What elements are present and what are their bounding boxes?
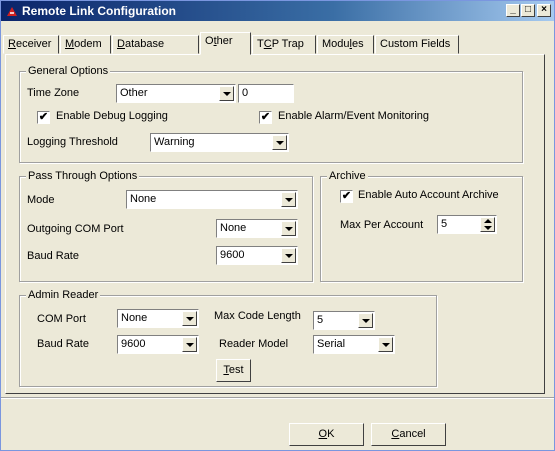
admin-reader-legend: Admin Reader — [26, 289, 101, 301]
minimize-icon[interactable]: _ — [506, 4, 520, 17]
mode-label: Mode — [27, 194, 55, 206]
debug-logging-label: Enable Debug Logging — [56, 110, 168, 122]
tab-other[interactable]: Other — [200, 32, 251, 55]
tab-receiver[interactable]: Receiver — [3, 35, 59, 54]
alarm-monitoring-label: Enable Alarm/Event Monitoring — [278, 110, 430, 122]
ok-button[interactable]: OK — [289, 423, 364, 446]
chevron-down-icon[interactable] — [281, 192, 296, 207]
cancel-button[interactable]: Cancel — [371, 423, 446, 446]
max-code-length-select[interactable]: 5 — [313, 311, 375, 330]
chevron-down-icon[interactable] — [281, 248, 296, 263]
time-zone-select[interactable]: Other — [116, 84, 236, 103]
logging-threshold-label: Logging Threshold — [27, 136, 118, 148]
outgoing-com-select[interactable]: None — [216, 219, 298, 238]
archive-legend: Archive — [327, 170, 368, 182]
outgoing-com-label: Outgoing COM Port — [27, 223, 124, 235]
auto-archive-checkbox[interactable]: ✔ — [340, 190, 353, 203]
max-per-account-spinner[interactable]: 5 — [437, 215, 497, 234]
chevron-down-icon[interactable] — [182, 337, 197, 352]
chevron-down-icon[interactable] — [272, 135, 287, 150]
tab-modem[interactable]: Modem — [60, 35, 111, 54]
chevron-down-icon[interactable] — [219, 86, 234, 101]
admin-com-label: COM Port — [37, 313, 86, 325]
admin-reader-group: Admin Reader COM Port None Max Code Leng… — [19, 289, 437, 387]
chevron-down-icon[interactable] — [281, 221, 296, 236]
chevron-down-icon[interactable] — [358, 313, 373, 328]
window-title: Remote Link Configuration — [22, 4, 176, 18]
title-bar[interactable]: Remote Link Configuration _ □ × — [1, 1, 554, 21]
app-icon — [7, 7, 17, 16]
chevron-down-icon[interactable] — [378, 337, 393, 352]
maximize-icon[interactable]: □ — [521, 4, 535, 17]
time-zone-offset-input[interactable]: 0 — [238, 84, 294, 103]
auto-archive-label: Enable Auto Account Archive — [358, 189, 499, 201]
admin-baud-select[interactable]: 9600 — [117, 335, 199, 354]
pass-through-group: Pass Through Options Mode None Outgoing … — [19, 170, 313, 282]
reader-model-select[interactable]: Serial — [313, 335, 395, 354]
baud-rate-label: Baud Rate — [27, 250, 79, 262]
footer-divider — [1, 397, 554, 399]
test-button[interactable]: Test — [216, 359, 251, 382]
max-per-account-label: Max Per Account — [340, 219, 424, 231]
config-window: Remote Link Configuration _ □ × Receiver… — [0, 0, 555, 451]
reader-model-label: Reader Model — [219, 338, 289, 350]
chevron-down-icon[interactable] — [182, 311, 197, 326]
mode-select[interactable]: None — [126, 190, 298, 209]
admin-com-select[interactable]: None — [117, 309, 199, 328]
time-zone-label: Time Zone — [27, 87, 80, 99]
spinner-arrows-icon[interactable] — [480, 217, 495, 232]
baud-rate-select[interactable]: 9600 — [216, 246, 298, 265]
pass-through-legend: Pass Through Options — [26, 170, 140, 182]
tab-modules[interactable]: Modules — [317, 35, 374, 54]
tab-tcp-trap[interactable]: TCP Trap — [252, 35, 316, 54]
general-options-group: General Options Time Zone Other 0 ✔ Enab… — [19, 65, 523, 163]
alarm-monitoring-checkbox[interactable]: ✔ — [259, 111, 272, 124]
debug-logging-checkbox[interactable]: ✔ — [37, 111, 50, 124]
logging-threshold-select[interactable]: Warning — [150, 133, 289, 152]
close-icon[interactable]: × — [537, 4, 551, 17]
archive-group: Archive ✔ Enable Auto Account Archive Ma… — [320, 170, 523, 282]
tab-database[interactable]: Database — [112, 35, 199, 54]
tab-custom-fields[interactable]: Custom Fields — [375, 35, 459, 54]
tab-panel-other: General Options Time Zone Other 0 ✔ Enab… — [5, 54, 545, 394]
admin-baud-label: Baud Rate — [37, 338, 89, 350]
max-code-length-label: Max Code Length — [214, 310, 301, 322]
general-options-legend: General Options — [26, 65, 111, 77]
